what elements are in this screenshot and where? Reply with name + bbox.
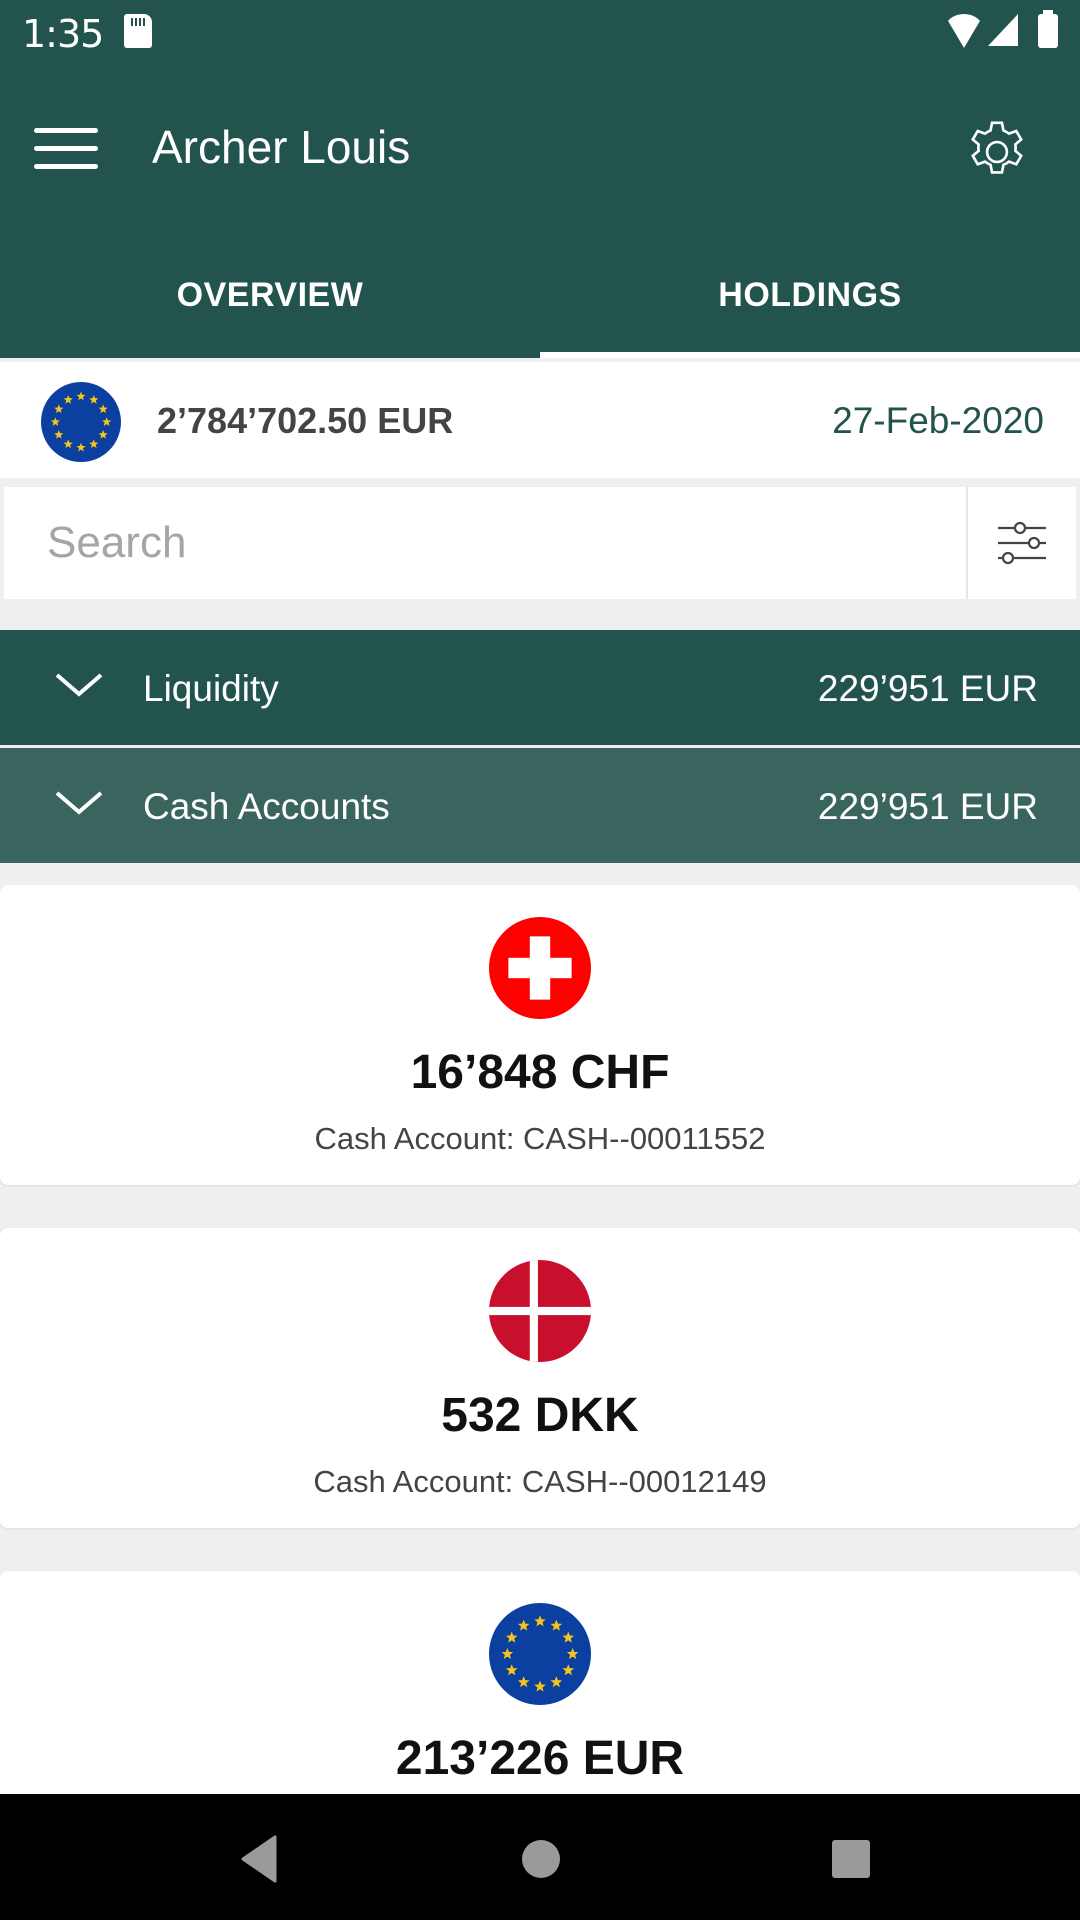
- search-bar: [4, 487, 1076, 599]
- group-label: Cash Accounts: [143, 786, 390, 827]
- eu-flag-icon: [489, 1603, 591, 1705]
- sd-card-icon: [124, 14, 152, 48]
- cell-signal-icon: [988, 14, 1018, 46]
- portfolio-summary: 2’784’702.50 EUR 27-Feb-2020: [0, 362, 1080, 478]
- group-label: Liquidity: [143, 668, 279, 709]
- sliders-icon[interactable]: [966, 487, 1076, 599]
- account-card[interactable]: 16’848 CHF Cash Account: CASH--00011552: [0, 885, 1080, 1185]
- danish-flag-icon: [489, 1260, 591, 1362]
- swiss-flag-icon: [489, 917, 591, 1019]
- search-input[interactable]: [4, 487, 966, 599]
- chevron-down-icon: [55, 791, 103, 815]
- status-bar: 1:35: [0, 0, 1080, 73]
- tab-overview[interactable]: OVERVIEW: [0, 232, 540, 358]
- back-icon[interactable]: [235, 1834, 285, 1884]
- account-amount: 16’848 CHF: [410, 1046, 670, 1099]
- group-liquidity[interactable]: Liquidity 229’951 EUR: [0, 630, 1080, 745]
- tab-holdings[interactable]: HOLDINGS: [540, 232, 1080, 358]
- tab-bar: OVERVIEW HOLDINGS: [0, 232, 1080, 358]
- account-card[interactable]: 213’226 EUR: [0, 1571, 1080, 1831]
- account-amount: 532 DKK: [441, 1389, 639, 1442]
- hamburger-menu-icon[interactable]: [34, 123, 100, 173]
- battery-icon: [1038, 10, 1058, 48]
- group-cash-accounts[interactable]: Cash Accounts 229’951 EUR: [0, 748, 1080, 863]
- gear-icon[interactable]: [962, 117, 1032, 187]
- system-nav-bar: [0, 1794, 1080, 1920]
- page-title: Archer Louis: [152, 121, 411, 173]
- status-time: 1:35: [22, 12, 104, 56]
- account-amount: 213’226 EUR: [395, 1732, 685, 1785]
- home-icon[interactable]: [516, 1834, 566, 1884]
- chevron-down-icon: [55, 673, 103, 697]
- group-value: 229’951 EUR: [817, 786, 1038, 827]
- portfolio-total: 2’784’702.50 EUR: [157, 400, 454, 441]
- valuation-date[interactable]: 27-Feb-2020: [832, 400, 1044, 442]
- account-id: Cash Account: CASH--00012149: [313, 1464, 767, 1499]
- account-id: Cash Account: CASH--00011552: [314, 1121, 766, 1156]
- group-value: 229’951 EUR: [817, 668, 1038, 709]
- account-card[interactable]: 532 DKK Cash Account: CASH--00012149: [0, 1228, 1080, 1528]
- recents-icon[interactable]: [826, 1834, 876, 1884]
- eu-flag-icon: [41, 382, 121, 462]
- wifi-icon: [944, 14, 984, 48]
- app-bar: Archer Louis: [0, 73, 1080, 232]
